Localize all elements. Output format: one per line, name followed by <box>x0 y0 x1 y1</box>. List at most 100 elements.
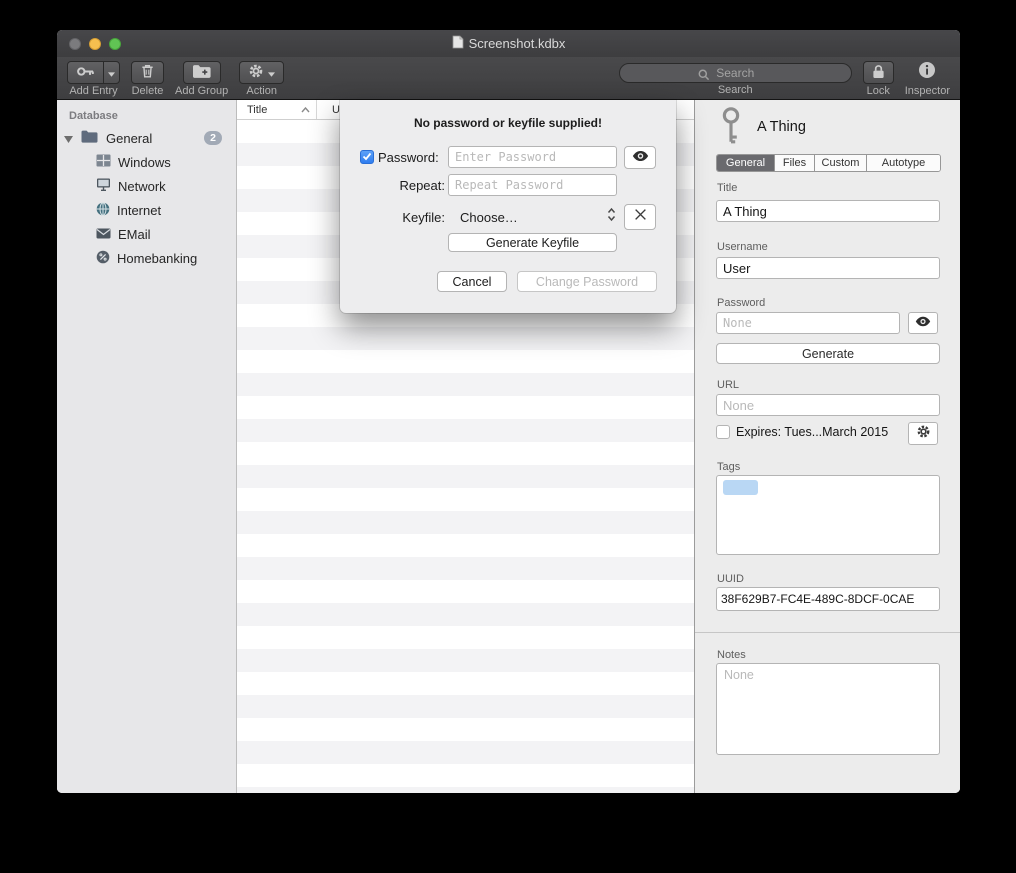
sidebar-item-label: EMail <box>118 227 151 242</box>
add-entry-dropdown[interactable] <box>103 61 120 84</box>
sidebar-item-homebanking[interactable]: Homebanking <box>57 246 236 270</box>
password-label: Password <box>717 297 765 309</box>
eye-icon <box>915 314 931 332</box>
sidebar-item-general[interactable]: General 2 <box>57 126 236 150</box>
tags-field[interactable] <box>716 475 940 555</box>
repeat-password-input[interactable] <box>448 174 617 196</box>
sidebar-item-label: General <box>106 131 152 146</box>
info-circle-icon <box>918 61 936 84</box>
chevron-down-icon <box>108 65 115 80</box>
toolbar-item-add-group: Add Group <box>175 61 228 98</box>
search-field <box>619 63 852 83</box>
folder-icon <box>81 130 98 146</box>
change-password-sheet: No password or keyfile supplied! Passwor… <box>340 100 676 313</box>
reveal-new-password-button[interactable] <box>624 146 656 169</box>
tab-general[interactable]: General <box>717 155 775 171</box>
sidebar-item-network[interactable]: Network <box>57 174 236 198</box>
add-group-label: Add Group <box>175 85 228 98</box>
title-field[interactable] <box>716 200 940 222</box>
column-header-username[interactable]: U <box>317 104 340 116</box>
entry-count-badge: 2 <box>204 131 222 145</box>
uuid-label: UUID <box>717 573 744 585</box>
sidebar-item-label: Windows <box>118 155 171 170</box>
generate-password-button[interactable]: Generate <box>716 343 940 364</box>
toolbar-item-action: Action <box>239 61 284 98</box>
toolbar: Add Entry Delete Add Group Action Search <box>57 57 960 100</box>
notes-placeholder: None <box>724 668 754 682</box>
eye-icon <box>632 149 649 167</box>
username-field[interactable] <box>716 257 940 279</box>
x-icon <box>634 208 647 226</box>
sidebar-item-label: Network <box>118 179 166 194</box>
network-icon <box>96 178 111 194</box>
reveal-password-button[interactable] <box>908 312 938 334</box>
password-field[interactable] <box>716 312 900 334</box>
new-password-input[interactable] <box>448 146 617 168</box>
sidebar-item-windows[interactable]: Windows <box>57 150 236 174</box>
tab-custom[interactable]: Custom <box>815 155 867 171</box>
windows-icon <box>96 154 111 170</box>
toolbar-item-delete: Delete <box>131 61 164 98</box>
window-title: Screenshot.kdbx <box>469 36 566 51</box>
zoom-button[interactable] <box>109 38 121 50</box>
search-input[interactable] <box>620 64 851 82</box>
chevron-down-icon <box>268 65 275 80</box>
action-label: Action <box>246 85 277 98</box>
expires-checkbox[interactable] <box>716 425 730 439</box>
add-group-button[interactable] <box>183 61 221 84</box>
key-icon <box>76 64 95 82</box>
toolbar-item-search: Search <box>619 61 852 97</box>
inspector-label: Inspector <box>905 85 950 98</box>
gear-icon <box>248 63 264 82</box>
generate-keyfile-button[interactable]: Generate Keyfile <box>448 233 617 252</box>
expires-row: Expires: Tues...March 2015 <box>716 425 888 439</box>
globe-icon <box>96 202 110 219</box>
toolbar-item-add-entry: Add Entry <box>67 61 120 98</box>
close-button[interactable] <box>69 38 81 50</box>
action-button[interactable] <box>239 61 284 84</box>
notes-label: Notes <box>717 649 746 661</box>
titlebar: Screenshot.kdbx <box>57 30 960 57</box>
delete-button[interactable] <box>131 61 164 84</box>
tag-token[interactable] <box>723 480 758 495</box>
notes-field[interactable]: None <box>716 663 940 755</box>
change-password-button[interactable]: Change Password <box>517 271 657 292</box>
keyfile-field-label: Keyfile: <box>340 210 445 225</box>
clear-keyfile-button[interactable] <box>624 204 656 230</box>
tab-autotype[interactable]: Autotype <box>867 155 940 171</box>
traffic-lights <box>69 30 121 57</box>
url-field[interactable] <box>716 394 940 416</box>
repeat-field-label: Repeat: <box>340 178 445 193</box>
cancel-button[interactable]: Cancel <box>437 271 507 292</box>
keyfile-popup[interactable]: Choose… <box>460 210 518 225</box>
inspector-divider <box>695 632 960 633</box>
envelope-icon <box>96 227 111 242</box>
lock-icon <box>872 64 885 82</box>
tags-label: Tags <box>717 461 740 473</box>
uuid-field[interactable] <box>716 587 940 611</box>
column-title-label: Title <box>247 104 267 116</box>
trash-icon <box>140 63 155 82</box>
lock-button[interactable] <box>863 61 894 84</box>
sidebar-item-label: Internet <box>117 203 161 218</box>
minimize-button[interactable] <box>89 38 101 50</box>
expires-settings-button[interactable] <box>908 422 938 445</box>
inspector-panel: A Thing General Files Custom Autotype Ti… <box>695 100 960 793</box>
entry-key-icon <box>716 106 746 151</box>
password-checkbox[interactable] <box>360 150 374 164</box>
check-icon <box>362 148 372 166</box>
add-entry-button[interactable] <box>67 61 104 84</box>
content-area: Database General 2 Windows Network Inter… <box>57 100 960 793</box>
search-label: Search <box>718 84 753 97</box>
sidebar-item-email[interactable]: EMail <box>57 222 236 246</box>
sheet-message: No password or keyfile supplied! <box>340 116 676 130</box>
url-label: URL <box>717 379 739 391</box>
add-entry-label: Add Entry <box>69 85 117 98</box>
inspector-toggle-button[interactable] <box>918 61 936 84</box>
column-header-title[interactable]: Title <box>237 100 316 119</box>
tab-files[interactable]: Files <box>775 155 815 171</box>
sidebar-item-internet[interactable]: Internet <box>57 198 236 222</box>
app-window: Screenshot.kdbx Add Entry Delete Add Gro… <box>57 30 960 793</box>
disclosure-triangle-icon[interactable] <box>64 131 73 146</box>
updown-chevron-icon[interactable] <box>607 207 616 227</box>
